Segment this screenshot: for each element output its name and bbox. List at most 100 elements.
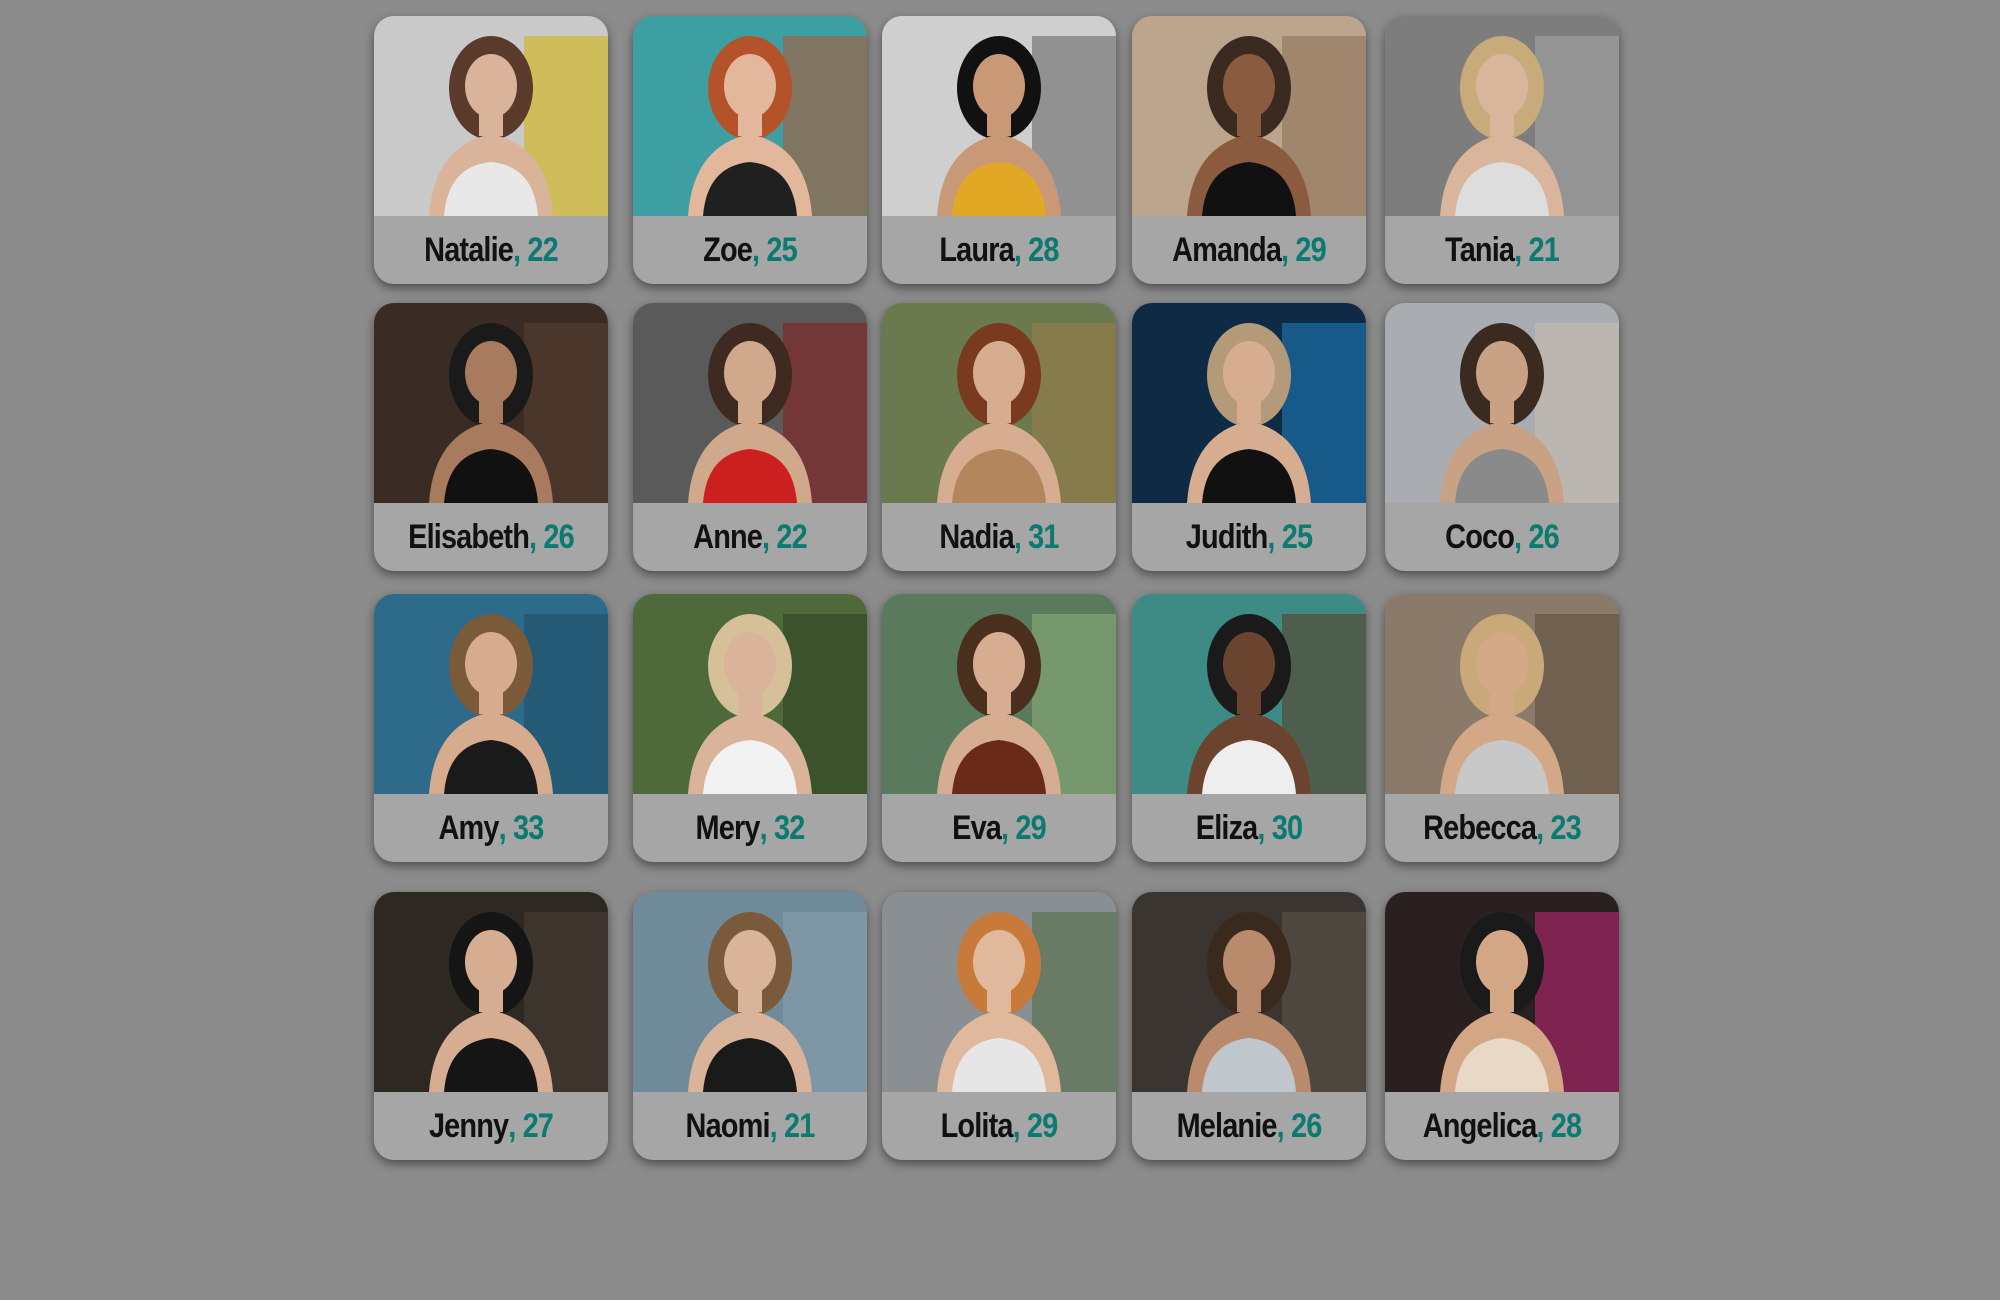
profile-card[interactable]: Elisabeth, 26 (374, 303, 608, 571)
profile-photo[interactable] (1385, 594, 1619, 794)
profile-photo[interactable] (1385, 303, 1619, 503)
profile-age: , 26 (529, 517, 575, 556)
profile-age: , 26 (1514, 517, 1560, 556)
profile-caption: Amy, 33 (392, 794, 591, 862)
profile-card[interactable]: Anne, 22 (633, 303, 867, 571)
profile-caption: Naomi, 21 (651, 1092, 850, 1160)
profile-name: Nadia (939, 517, 1014, 556)
profile-photo[interactable] (1132, 303, 1366, 503)
profile-age: , 33 (498, 808, 545, 847)
profile-caption: Natalie, 22 (392, 216, 591, 284)
profile-card[interactable]: Mery, 32 (633, 594, 867, 862)
profile-photo[interactable] (374, 16, 608, 216)
profile-name: Eva (952, 808, 1002, 847)
profile-card[interactable]: Eliza, 30 (1132, 594, 1366, 862)
profile-card[interactable]: Melanie, 26 (1132, 892, 1366, 1160)
profile-name: Naomi (685, 1106, 771, 1145)
profile-card[interactable]: Zoe, 25 (633, 16, 867, 284)
profile-photo[interactable] (1385, 892, 1619, 1092)
profile-age: , 21 (769, 1106, 816, 1145)
profile-card[interactable]: Tania, 21 (1385, 16, 1619, 284)
profile-name: Angelica (1422, 1106, 1538, 1145)
profile-name: Elisabeth (408, 517, 530, 556)
profile-photo[interactable] (1385, 16, 1619, 216)
profile-photo[interactable] (633, 16, 867, 216)
profile-age: , 32 (759, 808, 806, 847)
profile-card[interactable]: Amy, 33 (374, 594, 608, 862)
profile-name: Melanie (1176, 1106, 1278, 1145)
profile-caption: Laura, 28 (900, 216, 1099, 284)
profile-card[interactable]: Angelica, 28 (1385, 892, 1619, 1160)
profile-name: Natalie (424, 230, 514, 269)
profile-grid: Natalie, 22 Zoe, 25 Laura, 28 Amanda, 29 Tan… (0, 0, 2000, 1300)
profile-photo[interactable] (633, 303, 867, 503)
profile-card[interactable]: Lolita, 29 (882, 892, 1116, 1160)
profile-name: Coco (1445, 517, 1515, 556)
profile-photo[interactable] (882, 594, 1116, 794)
profile-photo[interactable] (633, 892, 867, 1092)
profile-name: Judith (1185, 517, 1268, 556)
profile-caption: Eliza, 30 (1150, 794, 1349, 862)
profile-name: Lolita (940, 1106, 1014, 1145)
profile-age: , 26 (1276, 1106, 1323, 1145)
profile-caption: Amanda, 29 (1150, 216, 1349, 284)
profile-age: , 31 (1013, 517, 1060, 556)
profile-name: Tania (1445, 230, 1515, 269)
profile-card[interactable]: Jenny, 27 (374, 892, 608, 1160)
profile-caption: Elisabeth, 26 (392, 503, 591, 571)
profile-age: , 25 (1267, 517, 1313, 556)
profile-photo[interactable] (374, 594, 608, 794)
profile-caption: Tania, 21 (1403, 216, 1602, 284)
profile-age: , 30 (1257, 808, 1303, 847)
profile-name: Anne (693, 517, 763, 556)
profile-name: Zoe (703, 230, 753, 269)
profile-caption: Zoe, 25 (651, 216, 850, 284)
profile-name: Amanda (1172, 230, 1282, 269)
profile-card[interactable]: Eva, 29 (882, 594, 1116, 862)
profile-age: , 29 (1012, 1106, 1059, 1145)
profile-caption: Anne, 22 (651, 503, 850, 571)
profile-card[interactable]: Rebecca, 23 (1385, 594, 1619, 862)
profile-photo[interactable] (374, 303, 608, 503)
profile-caption: Lolita, 29 (900, 1092, 1099, 1160)
profile-age: , 28 (1536, 1106, 1582, 1145)
profile-caption: Rebecca, 23 (1403, 794, 1602, 862)
profile-age: , 27 (508, 1106, 554, 1145)
profile-name: Amy (438, 808, 500, 847)
profile-card[interactable]: Natalie, 22 (374, 16, 608, 284)
profile-caption: Coco, 26 (1403, 503, 1602, 571)
profile-age: , 22 (513, 230, 559, 269)
profile-photo[interactable] (882, 892, 1116, 1092)
profile-age: , 25 (752, 230, 798, 269)
profile-caption: Melanie, 26 (1150, 1092, 1349, 1160)
profile-photo[interactable] (633, 594, 867, 794)
profile-caption: Nadia, 31 (900, 503, 1099, 571)
profile-age: , 28 (1013, 230, 1060, 269)
profile-age: , 29 (1001, 808, 1047, 847)
profile-caption: Mery, 32 (651, 794, 850, 862)
profile-card[interactable]: Amanda, 29 (1132, 16, 1366, 284)
profile-name: Laura (939, 230, 1014, 269)
profile-card[interactable]: Nadia, 31 (882, 303, 1116, 571)
profile-photo[interactable] (374, 892, 608, 1092)
profile-caption: Judith, 25 (1150, 503, 1349, 571)
profile-caption: Eva, 29 (900, 794, 1099, 862)
profile-card[interactable]: Laura, 28 (882, 16, 1116, 284)
profile-card[interactable]: Naomi, 21 (633, 892, 867, 1160)
profile-name: Rebecca (1423, 808, 1537, 847)
profile-age: , 22 (762, 517, 808, 556)
profile-card[interactable]: Judith, 25 (1132, 303, 1366, 571)
profile-name: Jenny (428, 1106, 509, 1145)
profile-caption: Angelica, 28 (1403, 1092, 1602, 1160)
profile-age: , 29 (1281, 230, 1327, 269)
profile-age: , 21 (1514, 230, 1560, 269)
profile-age: , 23 (1536, 808, 1582, 847)
profile-name: Eliza (1195, 808, 1258, 847)
profile-card[interactable]: Coco, 26 (1385, 303, 1619, 571)
profile-photo[interactable] (1132, 16, 1366, 216)
profile-photo[interactable] (882, 16, 1116, 216)
profile-caption: Jenny, 27 (392, 1092, 591, 1160)
profile-photo[interactable] (1132, 892, 1366, 1092)
profile-photo[interactable] (1132, 594, 1366, 794)
profile-photo[interactable] (882, 303, 1116, 503)
